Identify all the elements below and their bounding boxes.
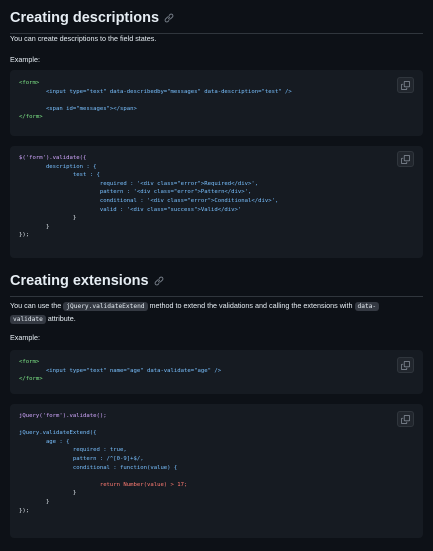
copy-button[interactable] [397, 151, 414, 167]
inline-code: data- [354, 302, 380, 311]
code-line: </form> [19, 114, 43, 121]
code-line: <input type="text" data-describedby="mes… [19, 88, 292, 95]
code-html-2: <form> <input type="text" name="age" dat… [10, 350, 423, 384]
code-line: } [19, 215, 77, 222]
code-line: test : { [19, 172, 100, 179]
section-creating-descriptions: Creating descriptions [10, 4, 423, 34]
code-line: jQuery.validateExtend({ [19, 430, 97, 437]
copy-icon [401, 360, 410, 370]
code-block-js: $('form').validate({ description : { tes… [10, 146, 423, 258]
code-block-js: jQuery('form').validate(); jQuery.valida… [10, 404, 423, 538]
code-line: } [19, 223, 50, 230]
code-line: </form> [19, 376, 43, 383]
intro-text: method to extend the validations and cal… [147, 301, 355, 310]
code-line: required : true, [19, 447, 127, 454]
section-heading: Creating extensions [10, 267, 423, 293]
code-line: conditional : '<div class="error">Condit… [19, 197, 279, 204]
copy-button[interactable] [397, 411, 414, 427]
code-block-html: <form> <input type="text" data-described… [10, 70, 423, 136]
copy-icon [401, 414, 410, 424]
code-html-1: <form> <input type="text" data-described… [10, 70, 423, 122]
code-line: <input type="text" name="age" data-valid… [19, 367, 222, 374]
code-line: description : { [19, 163, 97, 170]
heading-text: Creating extensions [10, 273, 149, 289]
code-line: pattern : '<div class="error">Pattern</d… [19, 189, 252, 196]
copy-button[interactable] [397, 357, 414, 373]
intro-text: attribute. [45, 314, 76, 323]
example-label: Example: [10, 55, 40, 64]
code-line: $('form').validate({ [19, 155, 87, 161]
example-label: Example: [10, 333, 40, 342]
code-line: conditional : function(value) { [19, 464, 178, 471]
section-heading: Creating descriptions [10, 4, 423, 30]
code-line: age : { [19, 438, 70, 445]
heading-text: Creating descriptions [10, 10, 160, 26]
code-block-html: <form> <input type="text" name="age" dat… [10, 350, 423, 394]
code-line: jQuery('form').validate(); [19, 413, 107, 419]
intro-text: You can use the [10, 301, 64, 310]
code-line: pattern : /^[0-9]+$/, [19, 455, 144, 462]
code-line: <span id="messages"></span> [19, 105, 137, 112]
code-line: } [19, 490, 77, 497]
code-line: required : '<div class="error">Required<… [19, 180, 259, 187]
inline-code: jQuery.validateExtend [63, 302, 148, 311]
code-line: }); [19, 507, 30, 514]
section-intro: You can use the jQuery.validateExtend me… [10, 300, 415, 326]
code-line: <form> [19, 80, 40, 86]
copy-icon [401, 154, 410, 164]
code-line: return Number(value) > 17; [19, 481, 188, 488]
heading-divider [10, 296, 423, 297]
section-creating-extensions: Creating extensions [10, 267, 423, 297]
code-js-1: $('form').validate({ description : { tes… [10, 146, 423, 240]
code-line: }); [19, 232, 30, 239]
inline-code: validate [10, 315, 46, 324]
code-line: <form> [19, 359, 40, 365]
code-js-2: jQuery('form').validate(); jQuery.valida… [10, 404, 423, 515]
link-icon[interactable] [164, 13, 174, 23]
code-line: valid : '<div class="success">Valid</div… [19, 206, 242, 213]
link-icon[interactable] [154, 276, 164, 286]
copy-icon [401, 80, 410, 90]
code-line: } [19, 498, 50, 505]
copy-button[interactable] [397, 77, 414, 93]
section-intro: You can create descriptions to the field… [10, 34, 157, 43]
